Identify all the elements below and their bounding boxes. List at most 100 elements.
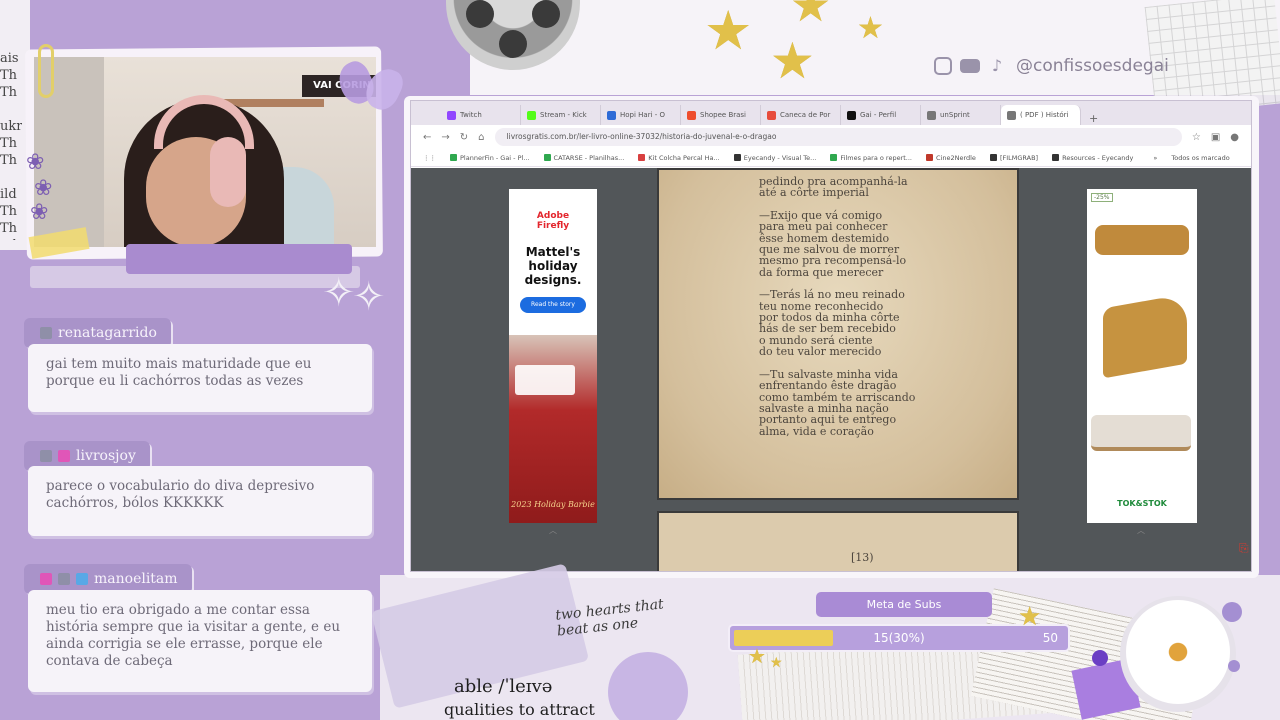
bookmark-item[interactable]: Filmes para o repert... bbox=[830, 154, 912, 162]
tiktok-icon: ♪ bbox=[991, 56, 1003, 75]
pdf-paragraph: —Exijo que vá comigo para meu pai conhec… bbox=[759, 208, 907, 279]
browser-tab[interactable]: Caneca de Por bbox=[761, 105, 841, 125]
sparkle-icon: ✧ bbox=[352, 274, 386, 320]
bookmark-label: [FILMGRAB] bbox=[999, 153, 1039, 162]
chat-badge-icon bbox=[58, 450, 70, 462]
ad-caption: 2023 Holiday Barbie bbox=[511, 500, 595, 509]
star-icon: ★ bbox=[704, 0, 753, 62]
url-input[interactable]: livrosgratis.com.br/ler-livro-online-370… bbox=[494, 128, 1182, 146]
bookmark-item[interactable]: Kit Colcha Percal Ha... bbox=[638, 153, 720, 162]
dictionary-line: qualities to attract bbox=[444, 700, 595, 719]
bookmark-icon bbox=[543, 154, 551, 161]
bookmark-item[interactable]: PlannerFin - Gai - Pl... bbox=[450, 154, 530, 162]
bookmark-icon bbox=[733, 154, 741, 161]
star-icon: ★ bbox=[770, 32, 815, 90]
tab-favicon-icon bbox=[527, 110, 536, 120]
tab-favicon-icon bbox=[447, 110, 456, 120]
address-bar-row: ← → ↻ ⌂ livrosgratis.com.br/ler-livro-on… bbox=[411, 125, 1251, 149]
bookmark-item[interactable]: Resources - Eyecandy bbox=[1052, 154, 1133, 162]
pdf-paragraph: —Terás lá no meu reinado teu nome reconh… bbox=[759, 288, 905, 359]
bookmark-label: Kit Colcha Percal Ha... bbox=[648, 153, 720, 162]
ad-headline: Mattel's holiday designs. bbox=[524, 245, 582, 287]
bookmark-label: Filmes para o repert... bbox=[840, 153, 912, 162]
newspaper-clipping-text: ais Th Th ukr Th Th ild Th Th nd bbox=[0, 51, 22, 240]
bookmarks-more-button[interactable]: » bbox=[1153, 154, 1157, 162]
reel-hole bbox=[499, 30, 527, 58]
sofa-image bbox=[1095, 225, 1189, 255]
star-icon: ★ bbox=[770, 655, 783, 671]
bookmark-star-icon[interactable]: ☆ bbox=[1192, 132, 1201, 143]
lavender-icon: ❀ bbox=[30, 200, 49, 225]
chat-badge-icon bbox=[40, 327, 52, 339]
tab-label: Gai - Perfil bbox=[860, 111, 897, 119]
bubble-decoration bbox=[1228, 660, 1240, 672]
bookmark-icon bbox=[638, 154, 646, 161]
pdf-icon[interactable]: ⎘ bbox=[1239, 541, 1249, 556]
star-icon: ★ bbox=[1018, 602, 1042, 632]
bookmark-label: Eyecandy - Visual Te... bbox=[743, 153, 817, 162]
bookmark-item[interactable]: CATARSE - Planilhas... bbox=[543, 153, 625, 162]
sub-goal-max: 50 bbox=[1042, 631, 1058, 645]
social-handle: ♪ @confissoesdegai bbox=[934, 56, 1169, 76]
browser-tab[interactable]: Shopee Brasi bbox=[681, 105, 761, 125]
paperclip-decoration bbox=[38, 44, 54, 98]
chat-badge-icon bbox=[40, 450, 52, 462]
forward-icon[interactable]: → bbox=[441, 132, 449, 143]
tab-label: Shopee Brasi bbox=[700, 111, 747, 119]
reload-icon[interactable]: ↻ bbox=[460, 132, 468, 143]
browser-tab[interactable]: Stream - Kick bbox=[521, 105, 601, 125]
tab-label: Stream - Kick bbox=[540, 111, 587, 119]
tab-label: Hopi Hari - O bbox=[620, 111, 666, 119]
bookmark-item[interactable]: [FILMGRAB] bbox=[989, 153, 1039, 162]
ad-banner-left[interactable]: Adobe Firefly Mattel's holiday designs. Rea… bbox=[509, 189, 597, 523]
bookmark-label: PlannerFin - Gai - Pl... bbox=[460, 153, 530, 162]
tab-favicon-icon bbox=[847, 110, 856, 120]
apps-icon[interactable]: ⋮⋮ bbox=[423, 154, 436, 162]
pdf-paragraph: pedindo pra acompanhá-la até a côrte imp… bbox=[759, 175, 908, 200]
browser-tab-active[interactable]: ( PDF ) Históri bbox=[1001, 105, 1081, 125]
bookmark-icon bbox=[925, 154, 933, 161]
ad-artwork: 2023 Holiday Barbie bbox=[509, 335, 597, 523]
chat-message: meu tio era obrigado a me contar essa hi… bbox=[28, 590, 372, 692]
back-icon[interactable]: ← bbox=[423, 132, 431, 143]
bookmark-label: Resources - Eyecandy bbox=[1062, 153, 1134, 162]
new-tab-button[interactable]: + bbox=[1081, 112, 1106, 125]
tab-favicon-icon bbox=[1007, 110, 1016, 120]
star-icon: ★ bbox=[790, 0, 832, 32]
bookmark-icon bbox=[1052, 154, 1060, 161]
ad-banner-right[interactable]: -25% TOK&STOK bbox=[1087, 189, 1197, 523]
bookmark-label: CATARSE - Planilhas... bbox=[553, 153, 625, 162]
browser-tab[interactable]: Gai - Perfil bbox=[841, 105, 921, 125]
ad-cta-button[interactable]: Read the story bbox=[520, 297, 586, 313]
pdf-page-next: [13) bbox=[657, 511, 1019, 571]
chat-message: gai tem muito mais maturidade que eu por… bbox=[28, 344, 372, 412]
home-icon[interactable]: ⌂ bbox=[478, 132, 484, 143]
chevron-up-icon[interactable]: ︿ bbox=[549, 525, 557, 536]
extension-icon[interactable]: ▣ bbox=[1211, 132, 1220, 143]
browser-window: Twitch Stream - Kick Hopi Hari - O Shope… bbox=[410, 100, 1252, 572]
purple-dot-decoration bbox=[1092, 650, 1108, 666]
chat-badge-icon bbox=[76, 573, 88, 585]
ad-discount-badge: -25% bbox=[1091, 193, 1113, 202]
chevron-up-icon[interactable]: ︿ bbox=[1137, 525, 1145, 536]
star-icon: ★ bbox=[748, 644, 766, 668]
sofa-image bbox=[1091, 415, 1191, 451]
browser-tab[interactable]: Hopi Hari - O bbox=[601, 105, 681, 125]
lavender-icon: ❀ bbox=[34, 176, 53, 201]
tab-bar: Twitch Stream - Kick Hopi Hari - O Shope… bbox=[411, 101, 1251, 125]
profile-icon[interactable]: ● bbox=[1230, 132, 1239, 143]
bookmark-label: Cine2Nerdle bbox=[935, 153, 976, 162]
butterfly-icon bbox=[332, 57, 408, 118]
bookmarks-bar: ⋮⋮ PlannerFin - Gai - Pl... CATARSE - Pl… bbox=[411, 149, 1251, 167]
daisy-icon bbox=[1126, 600, 1230, 704]
star-icon: ★ bbox=[857, 11, 884, 46]
youtube-icon bbox=[960, 59, 980, 73]
bookmark-item[interactable]: Cine2Nerdle bbox=[925, 153, 976, 162]
ad-logo: TOK&STOK bbox=[1117, 499, 1167, 508]
bookmark-item[interactable]: Eyecandy - Visual Te... bbox=[733, 153, 817, 162]
tab-favicon-icon bbox=[607, 110, 616, 120]
browser-tab[interactable]: unSprint bbox=[921, 105, 1001, 125]
webcam-feed: VAI CORIN bbox=[34, 57, 376, 247]
all-bookmarks-folder[interactable]: Todos os marcado bbox=[1171, 154, 1229, 162]
browser-tab[interactable]: Twitch bbox=[441, 105, 521, 125]
